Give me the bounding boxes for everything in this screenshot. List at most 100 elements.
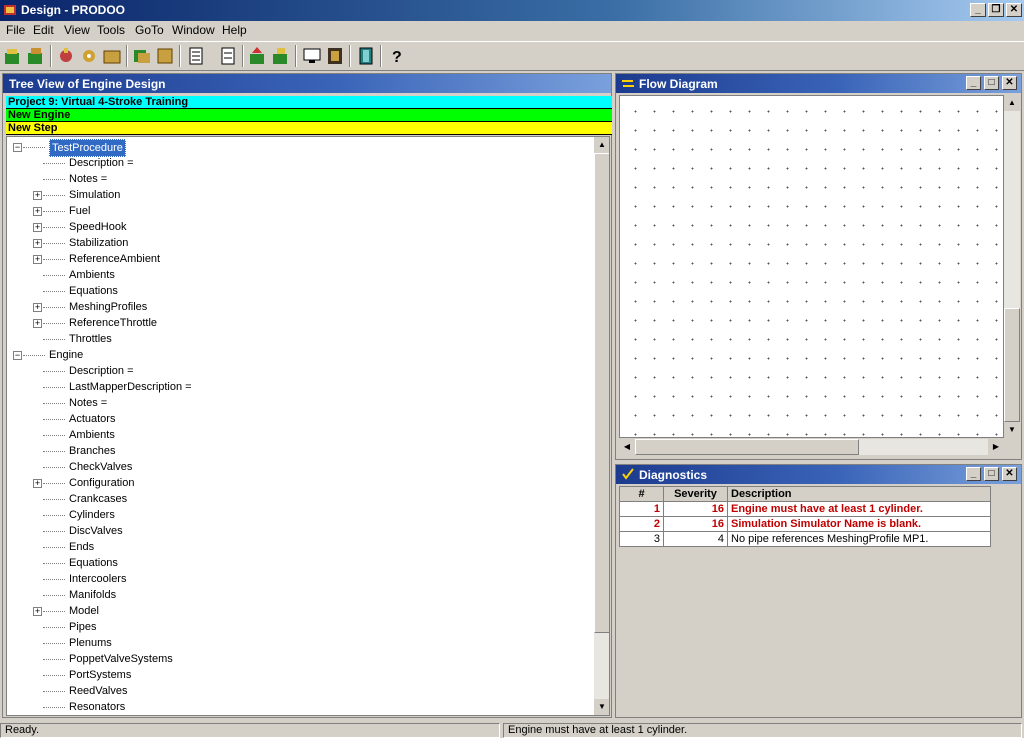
tree-item[interactable]: DiscValves: [7, 523, 592, 539]
scroll-up-arrow[interactable]: ▲: [594, 137, 609, 153]
tree-scrollbar[interactable]: ▲ ▼: [594, 137, 609, 715]
flow-maximize-button[interactable]: □: [984, 76, 999, 90]
scroll-right-arrow[interactable]: ▶: [988, 439, 1004, 455]
tree-item[interactable]: Pipes: [7, 619, 592, 635]
expand-icon[interactable]: +: [33, 191, 42, 200]
paste-icon[interactable]: [154, 45, 176, 67]
flow-diagram-canvas[interactable]: [619, 95, 1004, 438]
tree-item[interactable]: − TestProcedure: [7, 139, 592, 157]
step-bar[interactable]: New Step: [6, 122, 612, 135]
list-icon[interactable]: [185, 45, 207, 67]
tree-item[interactable]: + Configuration: [7, 475, 592, 491]
expand-icon[interactable]: +: [33, 239, 42, 248]
menu-help[interactable]: Help: [222, 23, 247, 37]
menu-goto[interactable]: GoTo: [135, 23, 164, 37]
tree-item[interactable]: Equations: [7, 555, 592, 571]
tree-item[interactable]: Ambients: [7, 427, 592, 443]
minimize-button[interactable]: _: [970, 3, 986, 17]
folder-icon[interactable]: [101, 45, 123, 67]
tree-item[interactable]: CheckValves: [7, 459, 592, 475]
film-icon[interactable]: [324, 45, 346, 67]
diag-minimize-button[interactable]: _: [966, 467, 981, 481]
import-icon[interactable]: [247, 45, 269, 67]
expand-icon[interactable]: +: [33, 223, 42, 232]
column-header-description[interactable]: Description: [727, 486, 991, 502]
tree-item[interactable]: + SpeedHook: [7, 219, 592, 235]
settings-icon[interactable]: [78, 45, 100, 67]
scroll-up-arrow[interactable]: ▲: [1004, 95, 1020, 111]
menu-edit[interactable]: Edit: [33, 23, 54, 37]
tree-item[interactable]: + MeshingProfiles: [7, 299, 592, 315]
copy-icon[interactable]: [131, 45, 153, 67]
close-button[interactable]: ✕: [1006, 3, 1022, 17]
tree-item[interactable]: Ambients: [7, 267, 592, 283]
table-row[interactable]: 1 16 Engine must have at least 1 cylinde…: [619, 501, 991, 517]
tree-item[interactable]: − Engine: [7, 347, 592, 363]
menu-window[interactable]: Window: [172, 23, 215, 37]
tree-item[interactable]: + Stabilization: [7, 235, 592, 251]
collapse-icon[interactable]: −: [13, 143, 22, 152]
edit-list-icon[interactable]: [217, 45, 239, 67]
tree-item[interactable]: ReedValves: [7, 683, 592, 699]
flow-minimize-button[interactable]: _: [966, 76, 981, 90]
help-icon[interactable]: ?: [386, 45, 408, 67]
tree-item[interactable]: Intercoolers: [7, 571, 592, 587]
column-header-number[interactable]: #: [619, 486, 664, 502]
monitor-icon[interactable]: [301, 45, 323, 67]
menu-file[interactable]: File: [6, 23, 25, 37]
tree-item[interactable]: Notes =: [7, 171, 592, 187]
tree-item[interactable]: Actuators: [7, 411, 592, 427]
export-icon[interactable]: [270, 45, 292, 67]
scroll-down-arrow[interactable]: ▼: [594, 699, 609, 715]
restore-button[interactable]: ❐: [988, 3, 1004, 17]
tree-view[interactable]: − TestProcedure Description = Notes = + Simul…: [6, 136, 610, 716]
scroll-thumb[interactable]: [635, 439, 859, 455]
expand-icon[interactable]: +: [33, 207, 42, 216]
tree-item[interactable]: LastMapperDescription =: [7, 379, 592, 395]
tree-item[interactable]: Crankcases: [7, 491, 592, 507]
column-header-severity[interactable]: Severity: [663, 486, 728, 502]
project-bar[interactable]: Project 9: Virtual 4-Stroke Training: [6, 96, 612, 109]
tree-item[interactable]: + Model: [7, 603, 592, 619]
engine-bar[interactable]: New Engine: [6, 109, 612, 122]
scroll-left-arrow[interactable]: ◀: [619, 439, 635, 455]
table-row[interactable]: 2 16 Simulation Simulator Name is blank.: [619, 516, 991, 532]
tree-item[interactable]: Branches: [7, 443, 592, 459]
engine-icon[interactable]: [55, 45, 77, 67]
new-project-icon[interactable]: [2, 45, 24, 67]
flow-horizontal-scrollbar[interactable]: ◀ ▶: [619, 439, 1004, 455]
tree-item[interactable]: Manifolds: [7, 587, 592, 603]
expand-icon[interactable]: +: [33, 255, 42, 264]
tree-item[interactable]: Ends: [7, 539, 592, 555]
collapse-icon[interactable]: −: [13, 351, 22, 360]
scroll-thumb[interactable]: [1004, 308, 1020, 422]
tree-item[interactable]: + Simulation: [7, 187, 592, 203]
expand-icon[interactable]: +: [33, 319, 42, 328]
diag-close-button[interactable]: ✕: [1002, 467, 1017, 481]
flow-diagram-header[interactable]: Flow Diagram _ □ ✕: [616, 74, 1021, 93]
scroll-thumb[interactable]: [594, 153, 609, 633]
flow-close-button[interactable]: ✕: [1002, 76, 1017, 90]
tree-item[interactable]: Equations: [7, 283, 592, 299]
tree-item[interactable]: + Fuel: [7, 203, 592, 219]
open-project-icon[interactable]: [25, 45, 47, 67]
tree-item[interactable]: Throttles: [7, 331, 592, 347]
tree-item[interactable]: Cylinders: [7, 507, 592, 523]
flow-vertical-scrollbar[interactable]: ▲ ▼: [1004, 95, 1020, 438]
menu-view[interactable]: View: [64, 23, 90, 37]
expand-icon[interactable]: +: [33, 303, 42, 312]
table-row[interactable]: 3 4 No pipe references MeshingProfile MP…: [619, 531, 991, 547]
menu-tools[interactable]: Tools: [97, 23, 125, 37]
tree-item[interactable]: + ReferenceAmbient: [7, 251, 592, 267]
tree-item[interactable]: PoppetValveSystems: [7, 651, 592, 667]
tree-item[interactable]: Description =: [7, 363, 592, 379]
expand-icon[interactable]: +: [33, 607, 42, 616]
tree-item[interactable]: Resonators: [7, 699, 592, 715]
scroll-down-arrow[interactable]: ▼: [1004, 422, 1020, 438]
tree-item[interactable]: Description =: [7, 155, 592, 171]
tree-item[interactable]: + ReferenceThrottle: [7, 315, 592, 331]
diagnostics-header[interactable]: Diagnostics _ □ ✕: [616, 465, 1021, 484]
title-bar[interactable]: Design - PRODOO _ ❐ ✕: [0, 0, 1024, 21]
expand-icon[interactable]: +: [33, 479, 42, 488]
tree-item[interactable]: PortSystems: [7, 667, 592, 683]
